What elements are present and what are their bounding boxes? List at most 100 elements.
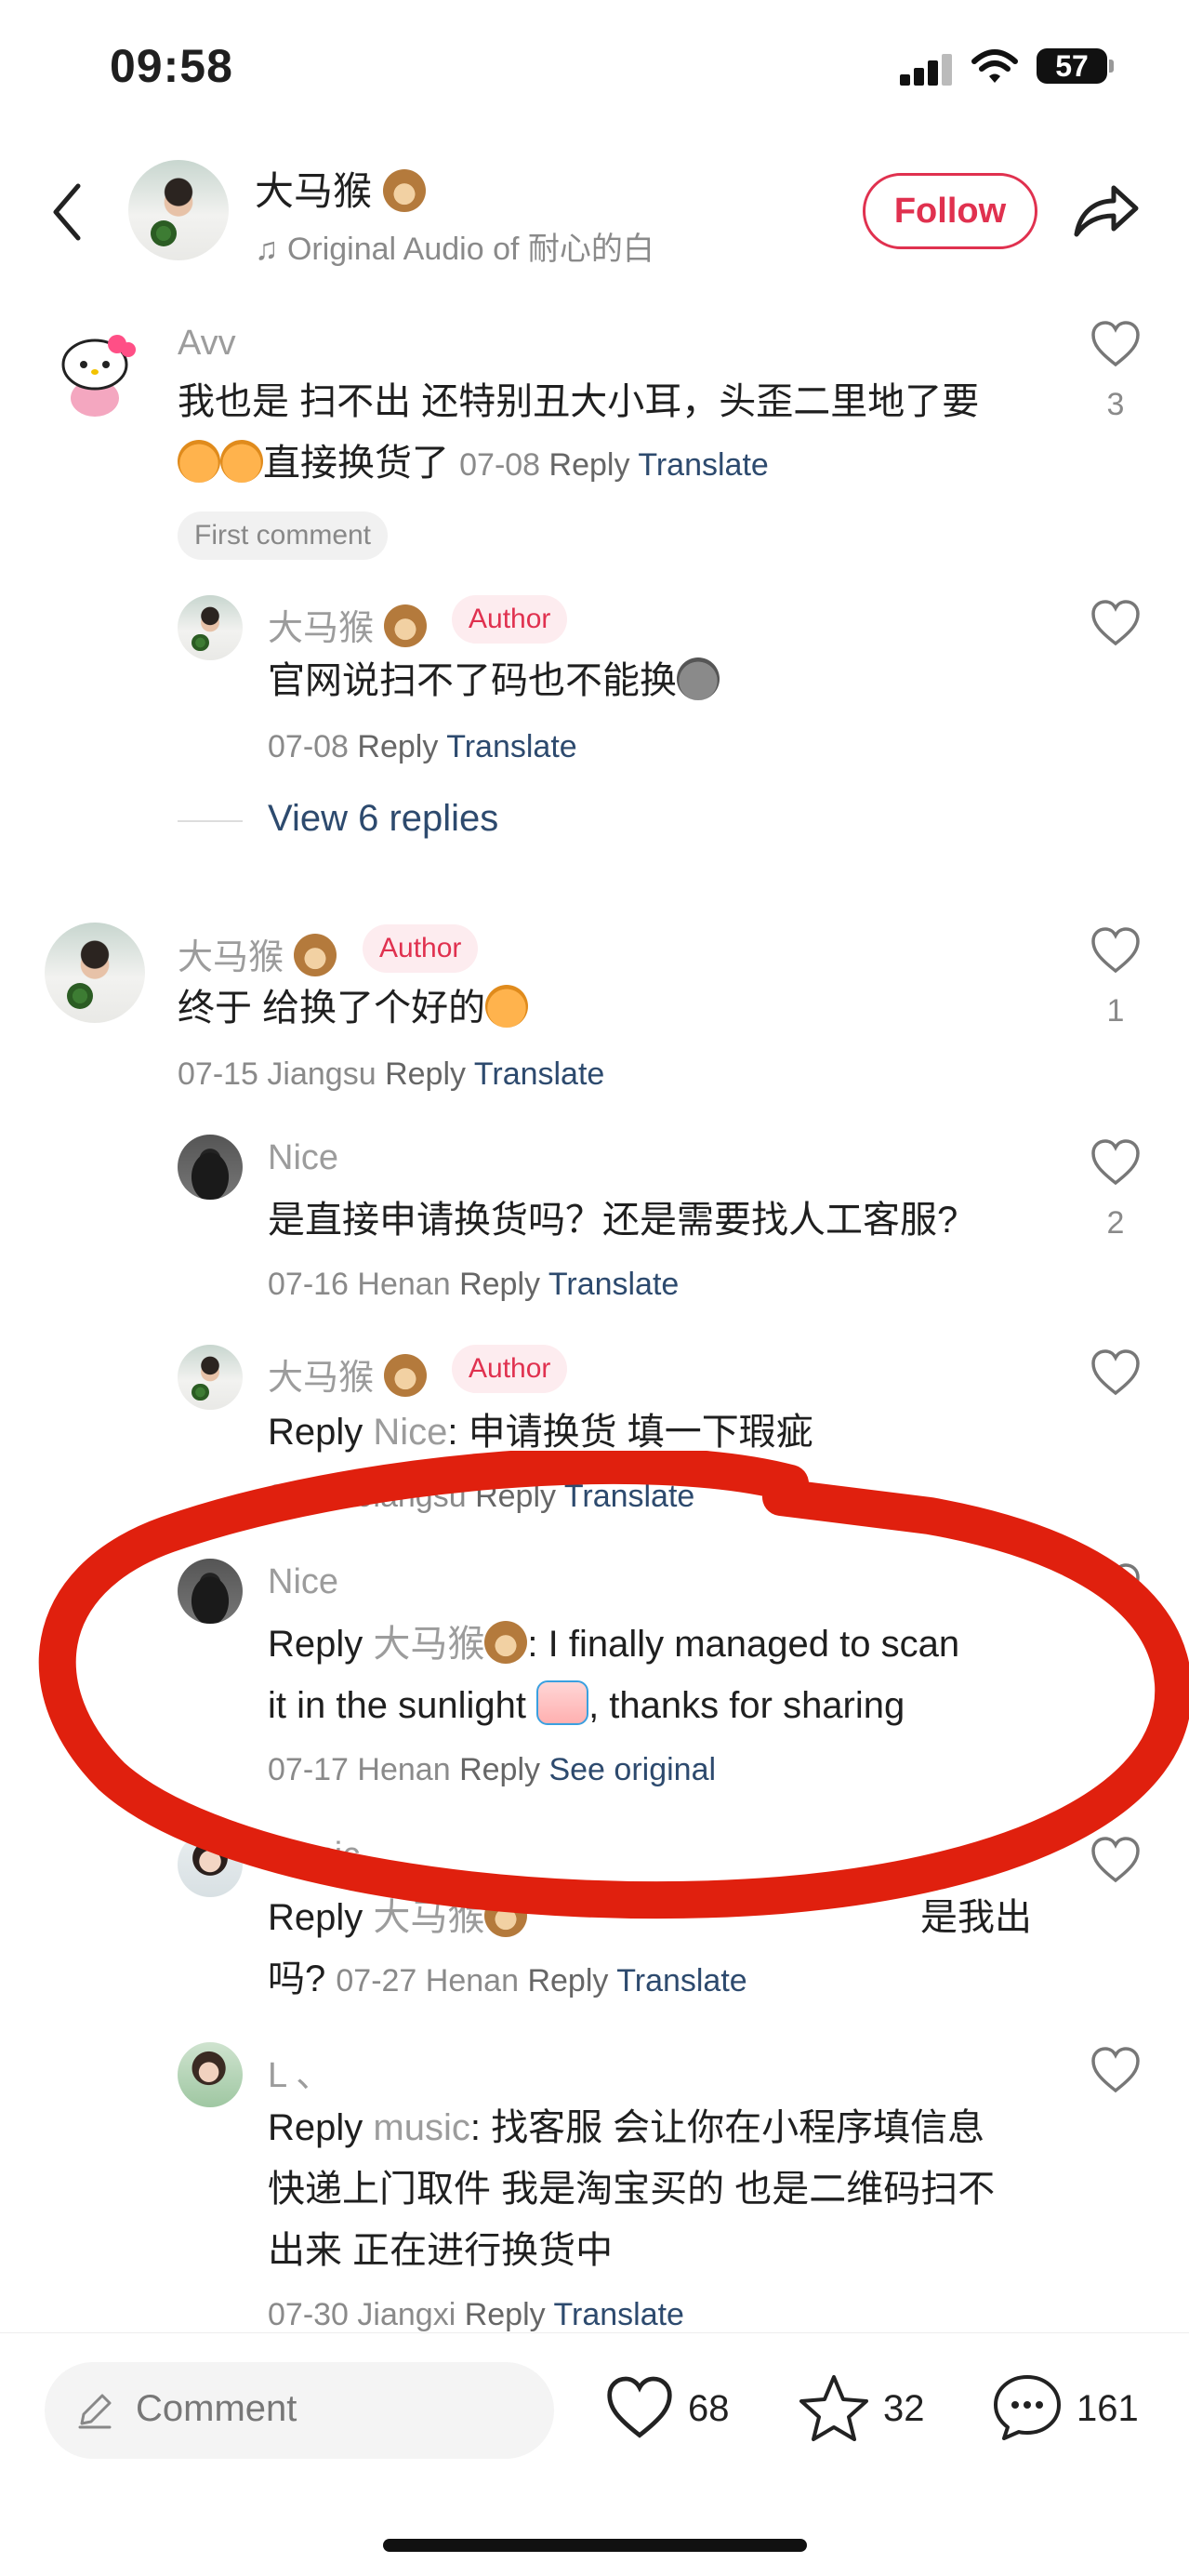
back-icon[interactable] xyxy=(48,182,86,242)
reply-meta: 07-16 Henan Reply Translate xyxy=(268,1267,679,1303)
share-icon[interactable] xyxy=(1073,180,1140,240)
reply-prefix: Reply xyxy=(268,1412,363,1453)
reply-link[interactable]: Reply xyxy=(549,447,630,483)
emoji-icon xyxy=(220,440,263,483)
reply-link[interactable]: Reply xyxy=(385,1056,466,1092)
heart-icon[interactable] xyxy=(1090,1138,1142,1187)
translate-link[interactable]: Translate xyxy=(554,2297,684,2332)
comment-meta: 07-08 Reply Translate xyxy=(459,447,769,483)
reply-avatar[interactable] xyxy=(178,2042,243,2107)
heart-icon[interactable] xyxy=(1090,1348,1142,1397)
follow-button[interactable]: Follow xyxy=(863,173,1037,249)
reply-meta: 07-27 Henan Reply Translate xyxy=(336,1963,746,1998)
reply-avatar[interactable] xyxy=(178,595,243,660)
reply-to-user[interactable]: music xyxy=(373,2107,469,2148)
comment-text-line1: 我也是 扫不出 还特别丑大小耳，头歪二里地了要 xyxy=(178,381,980,422)
monkey-emoji-icon xyxy=(382,169,426,212)
header-avatar[interactable] xyxy=(128,160,229,260)
reply-date: 07-30 xyxy=(268,2297,349,2332)
comment-meta: 07-15 Jiangsu Reply Translate xyxy=(178,1056,604,1093)
reply-username-text: 大马猴 xyxy=(268,609,375,648)
reply-link[interactable]: Reply xyxy=(459,1267,540,1302)
reply-text-content: 吗? xyxy=(268,1959,326,1999)
like-total: 68 xyxy=(688,2388,730,2429)
translate-link[interactable]: Translate xyxy=(446,729,576,764)
battery-tip xyxy=(1109,60,1114,73)
reply-meta: 07-30 Jiangxi Reply Translate xyxy=(268,2297,684,2333)
heart-icon xyxy=(607,2376,672,2438)
reply-link[interactable]: Reply xyxy=(527,1963,608,1998)
comment-total: 161 xyxy=(1077,2388,1139,2429)
status-time: 09:58 xyxy=(110,40,233,92)
reply-username[interactable]: L 、 xyxy=(268,2046,331,2097)
reply-text: 官网说扫不了码也不能换 xyxy=(268,651,720,710)
reply-meta: 07-08 Reply Translate xyxy=(268,729,577,765)
header-username[interactable]: 大马猴 xyxy=(255,160,426,217)
emoji-icon xyxy=(178,440,220,483)
reply-text-content: 官网说扫不了码也不能换 xyxy=(268,660,677,701)
monkey-emoji-icon xyxy=(383,604,427,647)
red-circle-annotation xyxy=(38,1451,1189,1919)
heart-icon[interactable] xyxy=(1090,926,1142,975)
chat-bubble-icon xyxy=(994,2375,1061,2440)
comment-text-line2-text: 直接换货了 xyxy=(263,443,449,484)
translate-link[interactable]: Translate xyxy=(638,447,768,483)
heart-icon[interactable] xyxy=(1090,2046,1142,2094)
home-indicator[interactable] xyxy=(383,2539,807,2552)
comment-username[interactable]: 大马猴 xyxy=(178,928,337,979)
reply-link[interactable]: Reply xyxy=(465,2297,546,2332)
header-username-text: 大马猴 xyxy=(255,169,373,213)
reply-location: Henan xyxy=(425,1963,519,1998)
reply-link[interactable]: Reply xyxy=(357,729,438,764)
reply-to-user[interactable]: Nice xyxy=(373,1412,447,1453)
comment-username-text: 大马猴 xyxy=(178,938,284,977)
favorite-button[interactable]: 32 xyxy=(798,2370,946,2448)
reply-location: Henan xyxy=(357,1267,451,1302)
comment-placeholder: Comment xyxy=(136,2388,297,2429)
reply-avatar[interactable] xyxy=(178,1135,243,1200)
reply-date: 07-27 xyxy=(336,1963,417,1998)
battery-icon: 57 xyxy=(1037,48,1107,84)
view-replies-divider xyxy=(178,820,243,822)
reply-text-content: : 申请换货 填一下瑕疵 xyxy=(447,1412,813,1453)
author-badge: Author xyxy=(452,1345,568,1393)
author-badge: Author xyxy=(452,595,568,644)
translate-link[interactable]: Translate xyxy=(474,1056,604,1092)
music-note-icon: ♫ xyxy=(255,232,279,267)
like-count: 3 xyxy=(1106,387,1125,422)
comment-username[interactable]: Avv xyxy=(178,324,236,364)
like-count: 1 xyxy=(1106,993,1125,1029)
monkey-emoji-icon xyxy=(293,934,337,976)
translate-link[interactable]: Translate xyxy=(616,1963,746,1998)
reply-date: 07-08 xyxy=(268,729,349,764)
reply-username-text: 大马猴 xyxy=(268,1359,375,1398)
comment-date: 07-15 xyxy=(178,1056,258,1092)
emoji-icon xyxy=(485,985,529,1028)
comment-date: 07-08 xyxy=(459,447,541,483)
reply-username[interactable]: 大马猴 xyxy=(268,599,427,650)
reply-text-line3: 出来 正在进行换货中 xyxy=(268,2230,614,2271)
comment-text-line2: 直接换货了 07-08 Reply Translate xyxy=(178,433,769,495)
like-button[interactable]: 68 xyxy=(604,2370,753,2448)
reply-prefix: Reply xyxy=(268,2107,363,2148)
reply-avatar[interactable] xyxy=(178,1345,243,1410)
view-replies-link[interactable]: View 6 replies xyxy=(268,798,498,840)
favorite-total: 32 xyxy=(883,2388,925,2429)
comment-input[interactable]: Comment xyxy=(45,2362,554,2459)
translate-link[interactable]: Translate xyxy=(548,1267,679,1302)
comment-text: 终于 给换了个好的 xyxy=(178,978,529,1038)
comments-button[interactable]: 161 xyxy=(991,2370,1168,2448)
heart-icon[interactable] xyxy=(1090,599,1142,647)
emoji-icon xyxy=(677,657,720,700)
comment-text-content: 终于 给换了个好的 xyxy=(178,988,486,1029)
reply-username[interactable]: 大马猴 xyxy=(268,1348,427,1400)
heart-icon[interactable] xyxy=(1090,320,1142,368)
star-icon xyxy=(799,2375,868,2441)
reply-username[interactable]: Nice xyxy=(268,1138,338,1178)
reply-text-line2: 快递上门取件 我是淘宝买的 也是二维码扫不 xyxy=(268,2169,996,2210)
audio-label[interactable]: ♫ Original Audio of 耐心的白 xyxy=(255,223,654,269)
signal-icon xyxy=(900,52,952,86)
reply-text: 是直接申请换货吗？还是需要找人工客服? xyxy=(268,1200,958,1241)
comment-avatar-avv[interactable] xyxy=(45,320,145,420)
comment-avatar[interactable] xyxy=(45,923,145,1023)
